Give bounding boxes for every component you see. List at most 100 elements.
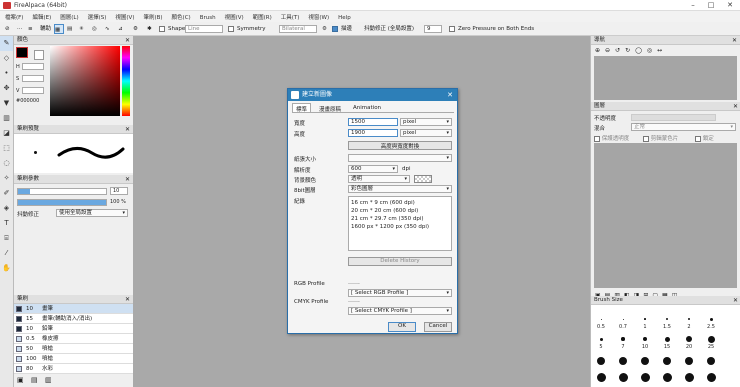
stabilizer-select[interactable]: 9 bbox=[424, 25, 442, 33]
menu-file[interactable]: 檔案(F) bbox=[0, 11, 27, 21]
history-item[interactable]: 20 cm * 20 cm (600 dpi) bbox=[351, 207, 449, 215]
brush-size-dot[interactable] bbox=[640, 372, 650, 382]
dot-tool-icon[interactable]: • bbox=[0, 66, 13, 81]
brush-size-dot[interactable] bbox=[618, 372, 628, 382]
s-field[interactable] bbox=[22, 75, 44, 82]
panel-close-icon[interactable]: ✕ bbox=[732, 36, 737, 45]
background-color-swatch[interactable] bbox=[414, 175, 432, 183]
select-tool-icon[interactable]: ⬚ bbox=[0, 141, 13, 156]
layer-list[interactable] bbox=[594, 143, 737, 288]
width-input[interactable]: 1500 bbox=[348, 118, 398, 126]
star-icon[interactable]: ✱ bbox=[147, 24, 152, 34]
brush-list-item[interactable]: 15 畫筆(輔助消入/消出) bbox=[14, 314, 133, 324]
select-eraser-icon[interactable]: ◈ bbox=[0, 201, 13, 216]
color-mode-select[interactable]: 彩色圖層 bbox=[348, 185, 452, 193]
magic-wand-tool-icon[interactable]: ✧ bbox=[0, 171, 13, 186]
brush-list-item[interactable]: 100 噴槍 bbox=[14, 354, 133, 364]
brush-size-dot[interactable] bbox=[641, 357, 649, 365]
dialog-close-icon[interactable]: ✕ bbox=[447, 89, 453, 101]
cancel-button[interactable]: Cancel bbox=[424, 322, 452, 332]
height-unit-select[interactable]: pixel bbox=[400, 129, 452, 137]
brush-size-dot[interactable] bbox=[666, 318, 668, 320]
circle-snap-icon[interactable]: ◎ bbox=[92, 24, 97, 34]
brush-size-dot[interactable] bbox=[596, 372, 606, 382]
snap-parallel-icon[interactable]: ≡ bbox=[28, 24, 33, 34]
outline-checkbox[interactable] bbox=[332, 24, 338, 34]
menu-help[interactable]: Help bbox=[333, 13, 355, 21]
history-list[interactable]: 16 cm * 9 cm (600 dpi) 20 cm * 20 cm (600… bbox=[348, 196, 452, 251]
menu-view2[interactable]: 視圖(V) bbox=[220, 11, 248, 21]
brush-size-dot[interactable] bbox=[663, 357, 671, 365]
menu-layer[interactable]: 圖層(L) bbox=[55, 11, 82, 21]
brush-tool-icon[interactable]: ✎ bbox=[0, 36, 13, 51]
snap-off-icon[interactable]: ⊘ bbox=[5, 24, 10, 34]
background-color-select[interactable]: 透明 bbox=[348, 175, 410, 183]
add-brush-icon[interactable]: ▣ bbox=[17, 376, 24, 384]
tab-animation[interactable]: Animation bbox=[350, 104, 384, 112]
symmetry-settings-icon[interactable]: ⚙ bbox=[322, 24, 327, 34]
maximize-button[interactable]: □ bbox=[706, 1, 716, 10]
snap-icon[interactable]: ⋯ bbox=[17, 24, 23, 34]
zero-pressure-checkbox[interactable] bbox=[449, 24, 455, 34]
brush-list-item[interactable]: 10 鉛筆 bbox=[14, 324, 133, 334]
shape-select[interactable]: Line bbox=[185, 25, 223, 33]
brush-list-item[interactable]: 10 畫筆 bbox=[14, 304, 133, 314]
panel-close-icon[interactable]: ✕ bbox=[733, 102, 738, 111]
primary-color-swatch[interactable] bbox=[16, 47, 28, 58]
brush-size-dot[interactable] bbox=[687, 317, 691, 321]
history-item[interactable]: 1600 px * 1200 px (350 dpi) bbox=[351, 223, 449, 231]
gradient-tool-icon[interactable]: ▥ bbox=[0, 111, 13, 126]
menu-edit[interactable]: 編輯(E) bbox=[27, 11, 55, 21]
brush-size-dot[interactable] bbox=[662, 372, 672, 382]
menu-select[interactable]: 選擇(S) bbox=[83, 11, 111, 21]
menu-color[interactable]: 顏色(C) bbox=[167, 11, 195, 21]
brush-size-dot[interactable] bbox=[686, 336, 692, 342]
brush-size-dot[interactable] bbox=[709, 317, 713, 321]
brush-size-dot[interactable] bbox=[597, 357, 605, 365]
hue-slider[interactable] bbox=[122, 46, 130, 116]
brush-list-item[interactable]: 80 水彩 bbox=[14, 364, 133, 374]
bucket-tool-icon[interactable]: ◪ bbox=[0, 126, 13, 141]
brush-list-item[interactable]: 50 噴槍 bbox=[14, 344, 133, 354]
menu-tools[interactable]: 工具(T) bbox=[276, 11, 304, 21]
curve-snap-icon[interactable]: ∿ bbox=[105, 24, 110, 34]
rgb-profile-select[interactable]: [ Select RGB Profile ] bbox=[348, 289, 452, 297]
select-pen-icon[interactable]: ✐ bbox=[0, 186, 13, 201]
opacity-slider[interactable] bbox=[17, 199, 107, 206]
brush-size-dot[interactable] bbox=[706, 372, 716, 382]
grid-snap2-icon[interactable]: ▤ bbox=[67, 24, 72, 34]
brush-folder-icon[interactable]: ▤ bbox=[31, 376, 38, 384]
brush-size-dot[interactable] bbox=[599, 337, 603, 341]
brush-size-dot[interactable] bbox=[619, 357, 627, 365]
delete-brush-icon[interactable]: ▥ bbox=[45, 376, 52, 384]
menu-range[interactable]: 範圍(R) bbox=[248, 11, 276, 21]
brush-size-dot[interactable] bbox=[644, 318, 646, 320]
divide-tool-icon[interactable]: ⌸ bbox=[0, 231, 13, 246]
protect-alpha-checkbox[interactable]: 保護透明度 bbox=[594, 134, 629, 142]
move-tool-icon[interactable]: ✥ bbox=[0, 81, 13, 96]
hand-tool-icon[interactable]: ✋ bbox=[0, 261, 13, 276]
brush-size-grid[interactable]: 0.5 0.7 1 1.5 2 2.5 5 7 10 15 20 25 bbox=[591, 305, 740, 387]
brush-size-dot[interactable] bbox=[684, 372, 694, 382]
minimize-button[interactable]: – bbox=[688, 1, 698, 10]
brush-size-dot[interactable] bbox=[622, 318, 624, 320]
lock-checkbox[interactable]: 鎖定 bbox=[695, 134, 714, 142]
text-tool-icon[interactable]: T bbox=[0, 216, 13, 231]
radial-snap-icon[interactable]: ✳ bbox=[79, 24, 84, 34]
height-input[interactable]: 1900 bbox=[348, 129, 398, 137]
panel-close-icon[interactable]: ✕ bbox=[125, 36, 130, 45]
brush-size-dot[interactable] bbox=[707, 357, 715, 365]
menu-view[interactable]: 視圖(V) bbox=[110, 11, 138, 21]
fill-tool-icon[interactable]: ▼ bbox=[0, 96, 13, 111]
symmetry-checkbox[interactable] bbox=[228, 24, 234, 34]
hex-value[interactable]: #000000 bbox=[16, 98, 39, 104]
history-item[interactable]: 16 cm * 9 cm (600 dpi) bbox=[351, 199, 449, 207]
brush-size-dot[interactable] bbox=[621, 337, 625, 341]
layer-opacity-slider[interactable] bbox=[631, 114, 716, 121]
close-button[interactable]: ✕ bbox=[725, 1, 735, 10]
eraser-tool-icon[interactable]: ◇ bbox=[0, 51, 13, 66]
shape-checkbox[interactable] bbox=[159, 24, 165, 34]
size-slider[interactable] bbox=[17, 188, 107, 195]
panel-close-icon[interactable]: ✕ bbox=[733, 296, 738, 305]
navigator-toolbar[interactable]: ⊕⊖↺↻◯◎↔ bbox=[591, 45, 740, 56]
